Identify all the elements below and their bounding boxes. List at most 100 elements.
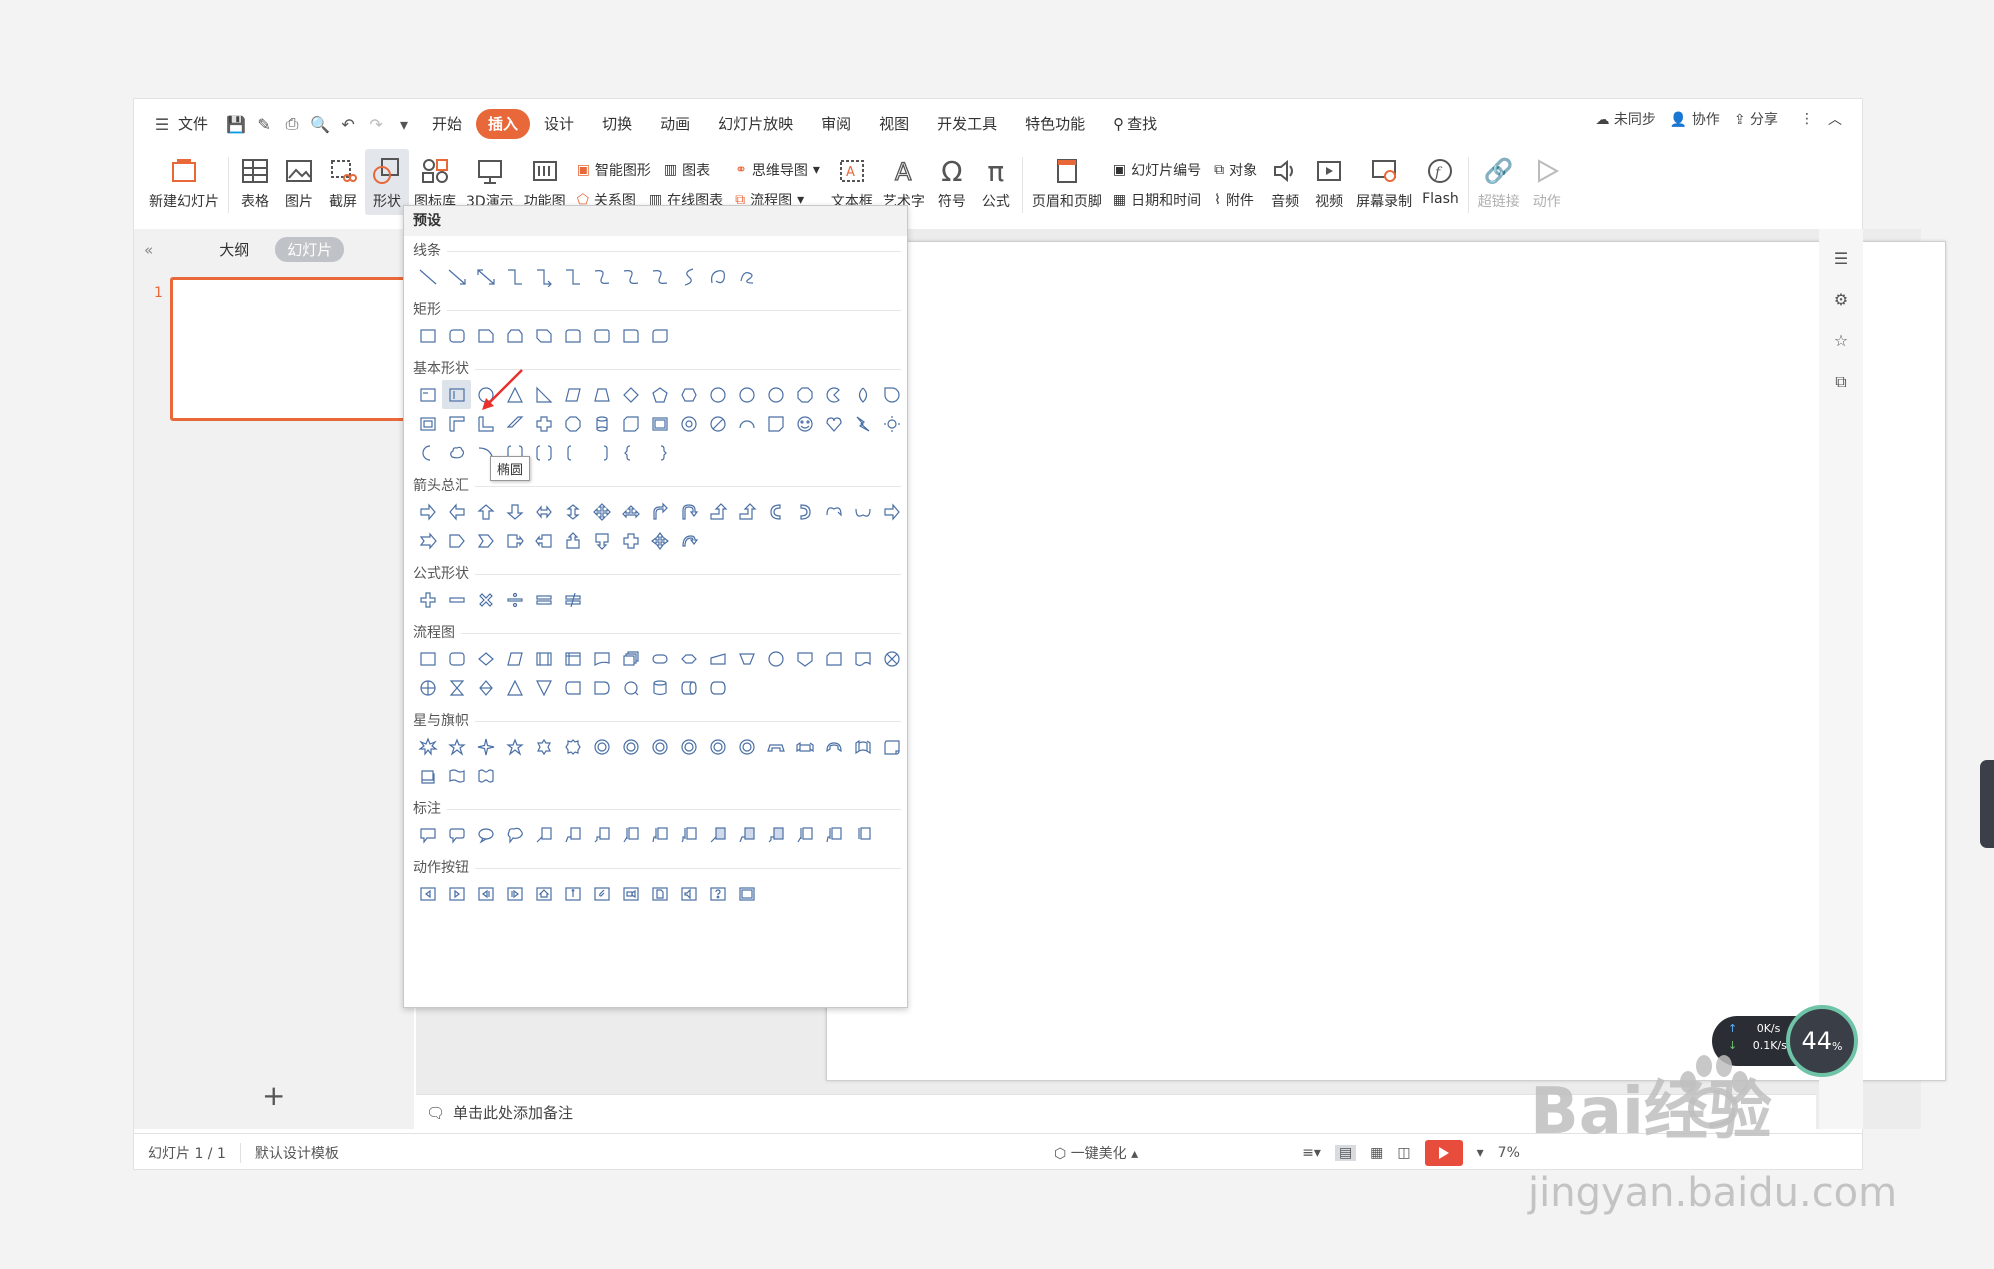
- shape-item[interactable]: [732, 732, 761, 761]
- shape-item[interactable]: [616, 732, 645, 761]
- shape-item[interactable]: [442, 585, 471, 614]
- shape-item[interactable]: [413, 673, 442, 702]
- shape-item[interactable]: [732, 262, 761, 291]
- shape-item[interactable]: [413, 321, 442, 350]
- shape-item[interactable]: [616, 644, 645, 673]
- shape-item[interactable]: [442, 732, 471, 761]
- quick-access-dropdown-icon[interactable]: ▾: [390, 109, 418, 139]
- shape-item[interactable]: [819, 409, 848, 438]
- smart-art-button[interactable]: ▣ 智能图形 ▥ 图表: [577, 156, 723, 184]
- shape-item[interactable]: [442, 409, 471, 438]
- shape-item[interactable]: [500, 673, 529, 702]
- formula-button[interactable]: π 公式: [974, 149, 1018, 215]
- tab-design[interactable]: 设计: [530, 109, 588, 139]
- shape-item[interactable]: [732, 497, 761, 526]
- shape-item[interactable]: [558, 321, 587, 350]
- menu-file[interactable]: 文件: [176, 109, 222, 139]
- shape-item[interactable]: [645, 732, 674, 761]
- menu-icon[interactable]: ☰: [148, 109, 176, 139]
- shape-item[interactable]: [616, 409, 645, 438]
- shape-item[interactable]: [442, 438, 471, 467]
- shape-item[interactable]: [413, 761, 442, 790]
- shape-item[interactable]: [674, 820, 703, 849]
- shape-item[interactable]: [732, 644, 761, 673]
- shape-item[interactable]: [413, 820, 442, 849]
- shape-item[interactable]: [529, 409, 558, 438]
- normal-view-icon[interactable]: ▤: [1334, 1145, 1357, 1161]
- shape-item[interactable]: [413, 585, 442, 614]
- shape-item[interactable]: [703, 380, 732, 409]
- shape-item[interactable]: [442, 497, 471, 526]
- beautify-button[interactable]: ⬡ 一键美化 ▴: [1054, 1143, 1138, 1163]
- shape-item[interactable]: [674, 673, 703, 702]
- tab-slides[interactable]: 幻灯片: [275, 237, 345, 262]
- shape-item[interactable]: [413, 262, 442, 291]
- tab-view[interactable]: 视图: [865, 109, 923, 139]
- shape-item[interactable]: [558, 497, 587, 526]
- shape-item[interactable]: [500, 644, 529, 673]
- shape-item[interactable]: [500, 585, 529, 614]
- shape-item[interactable]: [413, 438, 442, 467]
- shape-item[interactable]: [529, 526, 558, 555]
- shape-item[interactable]: [645, 262, 674, 291]
- shape-item[interactable]: [442, 820, 471, 849]
- collaborate-button[interactable]: 👤 协作: [1670, 109, 1720, 129]
- picture-button[interactable]: 图片: [277, 149, 321, 215]
- shape-item[interactable]: [819, 380, 848, 409]
- sync-button[interactable]: ☁ 未同步: [1595, 109, 1655, 129]
- shape-item[interactable]: [616, 673, 645, 702]
- header-footer-button[interactable]: 页眉和页脚: [1027, 149, 1107, 215]
- shape-item[interactable]: [471, 321, 500, 350]
- shape-item[interactable]: [645, 497, 674, 526]
- play-slideshow-button[interactable]: [1424, 1140, 1463, 1166]
- save-icon[interactable]: 💾: [222, 109, 250, 139]
- shape-item[interactable]: [529, 820, 558, 849]
- shape-item[interactable]: [442, 673, 471, 702]
- tab-insert[interactable]: 插入: [476, 109, 531, 139]
- format-painter-icon[interactable]: ✎: [250, 109, 278, 139]
- zoom-level[interactable]: 7%: [1498, 1145, 1520, 1161]
- shape-item[interactable]: [674, 526, 703, 555]
- shape-item[interactable]: [413, 732, 442, 761]
- shape-item[interactable]: [761, 380, 790, 409]
- shape-item[interactable]: [558, 262, 587, 291]
- shape-item[interactable]: [587, 732, 616, 761]
- shape-item[interactable]: [616, 438, 645, 467]
- shape-item[interactable]: [413, 380, 442, 409]
- shape-item[interactable]: [877, 409, 906, 438]
- shape-item[interactable]: [790, 497, 819, 526]
- shape-item[interactable]: [703, 262, 732, 291]
- shape-item[interactable]: [761, 732, 790, 761]
- shape-item[interactable]: [819, 732, 848, 761]
- shape-item[interactable]: [790, 820, 819, 849]
- shape-item[interactable]: [790, 409, 819, 438]
- shape-item[interactable]: [529, 879, 558, 908]
- shape-item[interactable]: [442, 761, 471, 790]
- shape-item[interactable]: [587, 879, 616, 908]
- slide-number-button[interactable]: ▣ 幻灯片编号 ⧉ 对象: [1113, 156, 1257, 184]
- shape-item[interactable]: [500, 879, 529, 908]
- undo-icon[interactable]: ↶: [334, 109, 362, 139]
- shape-item[interactable]: [616, 380, 645, 409]
- shape-item[interactable]: [471, 644, 500, 673]
- shape-item[interactable]: [471, 732, 500, 761]
- action-button[interactable]: 动作: [1525, 149, 1569, 215]
- datetime-button[interactable]: ▦ 日期和时间 ⌇ 附件: [1113, 186, 1257, 214]
- shape-item[interactable]: [413, 409, 442, 438]
- template-name[interactable]: 默认设计模板: [241, 1143, 353, 1163]
- shape-item[interactable]: [471, 673, 500, 702]
- screenshot-button[interactable]: 截屏: [321, 149, 365, 215]
- shape-item[interactable]: [703, 820, 732, 849]
- shape-item[interactable]: [819, 497, 848, 526]
- shape-item[interactable]: [703, 732, 732, 761]
- settings-icon[interactable]: ⚙: [1834, 290, 1848, 309]
- shape-item[interactable]: [529, 262, 558, 291]
- shape-item[interactable]: [645, 644, 674, 673]
- search-button[interactable]: ⚲ 查找: [1099, 109, 1171, 139]
- shape-item[interactable]: [703, 409, 732, 438]
- shape-item[interactable]: [471, 585, 500, 614]
- shape-item[interactable]: [471, 879, 500, 908]
- audio-button[interactable]: 音频: [1263, 149, 1307, 215]
- add-slide-button[interactable]: +: [262, 1079, 285, 1112]
- shape-item[interactable]: [558, 380, 587, 409]
